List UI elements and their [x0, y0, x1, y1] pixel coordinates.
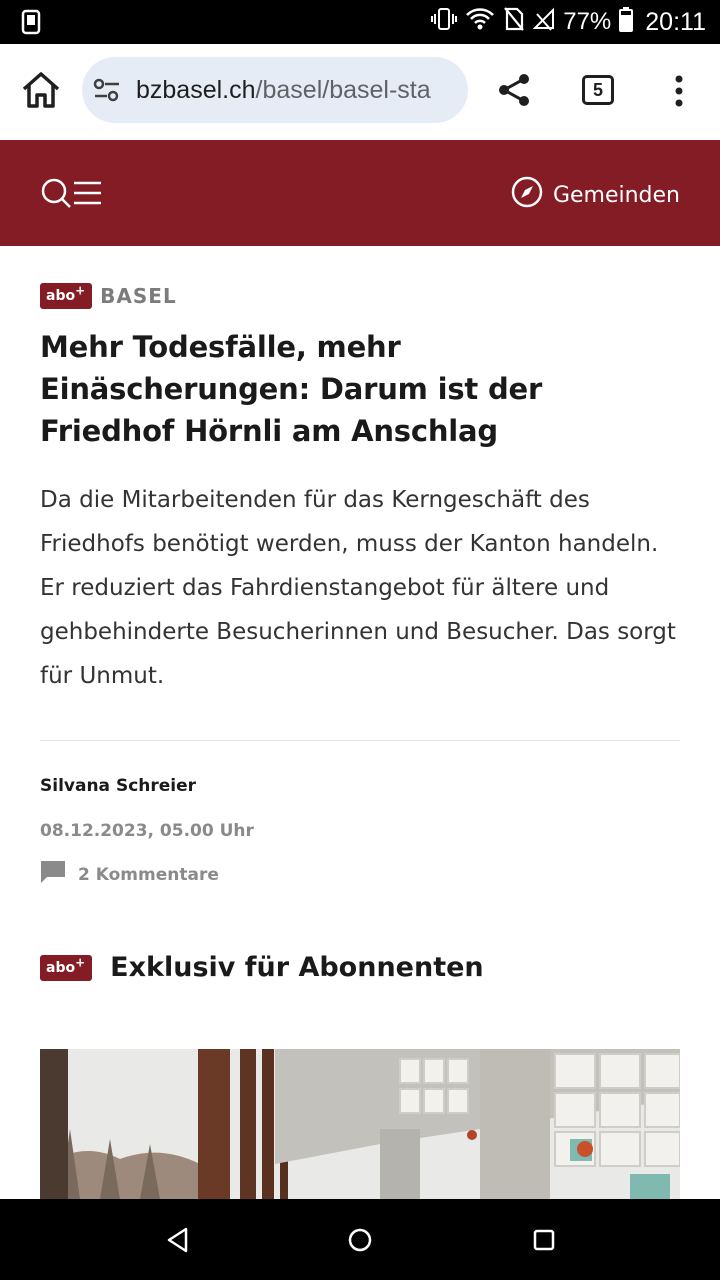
exclusive-title: Exklusiv für Abonnenten: [110, 952, 484, 983]
status-bar: 77% 20:11: [0, 0, 720, 44]
url-host: bzbasel.ch: [136, 76, 256, 104]
url-path: /basel/basel-sta: [255, 76, 431, 104]
clock: 20:11: [645, 7, 706, 36]
tab-switcher-button[interactable]: 5: [582, 75, 614, 105]
section-kicker[interactable]: BASEL: [100, 284, 177, 308]
article-photo: [40, 1049, 680, 1199]
author-name[interactable]: Silvana Schreier: [40, 776, 196, 796]
device-icon: [20, 9, 42, 39]
article-headline: Mehr Todesfälle, mehr Einäscherungen: Da…: [40, 330, 543, 448]
site-settings-icon[interactable]: [92, 77, 122, 107]
gemeinden-button[interactable]: Gemeinden: [511, 176, 680, 214]
site-header: Gemeinden: [0, 140, 720, 246]
recents-icon[interactable]: [532, 1227, 556, 1257]
article-lead: Da die Mitarbeitenden für das Kerngeschä…: [40, 487, 676, 689]
share-icon[interactable]: [496, 72, 532, 112]
battery-level: 77%: [563, 8, 612, 35]
home-icon[interactable]: [20, 71, 62, 109]
system-nav-bar: [0, 1199, 720, 1280]
wifi-icon: [465, 6, 495, 39]
vibrate-icon: [431, 6, 458, 39]
abo-plus-badge: abo+: [40, 283, 93, 309]
article-header: abo+ BASEL Mehr Todesfälle, mehr Einäsch…: [40, 282, 680, 698]
kicker-row: abo+ BASEL: [40, 282, 680, 310]
signal-off-icon: [532, 6, 555, 39]
comments-link[interactable]: 2 Kommentare: [40, 860, 219, 889]
gemeinden-label: Gemeinden: [552, 182, 680, 208]
abo-plus-badge: abo+: [40, 954, 93, 981]
exclusive-banner: abo+ Exklusiv für Abonnenten: [40, 952, 484, 983]
comment-icon: [40, 860, 66, 889]
no-sim-icon: [503, 6, 525, 39]
url-bar[interactable]: bzbasel.ch/basel/basel-sta: [82, 57, 468, 123]
divider: [40, 740, 680, 741]
search-menu-icon[interactable]: [40, 176, 106, 210]
browser-toolbar: bzbasel.ch/basel/basel-sta 5: [0, 44, 720, 180]
comments-count: 2 Kommentare: [78, 864, 219, 885]
more-options-icon[interactable]: [672, 75, 686, 111]
compass-icon: [511, 176, 543, 214]
url-text[interactable]: bzbasel.ch/basel/basel-sta: [136, 57, 456, 123]
back-icon[interactable]: [166, 1227, 190, 1257]
publish-date: 08.12.2023, 05.00 Uhr: [40, 821, 254, 841]
home-nav-icon[interactable]: [347, 1227, 373, 1257]
battery-icon: [619, 6, 634, 39]
